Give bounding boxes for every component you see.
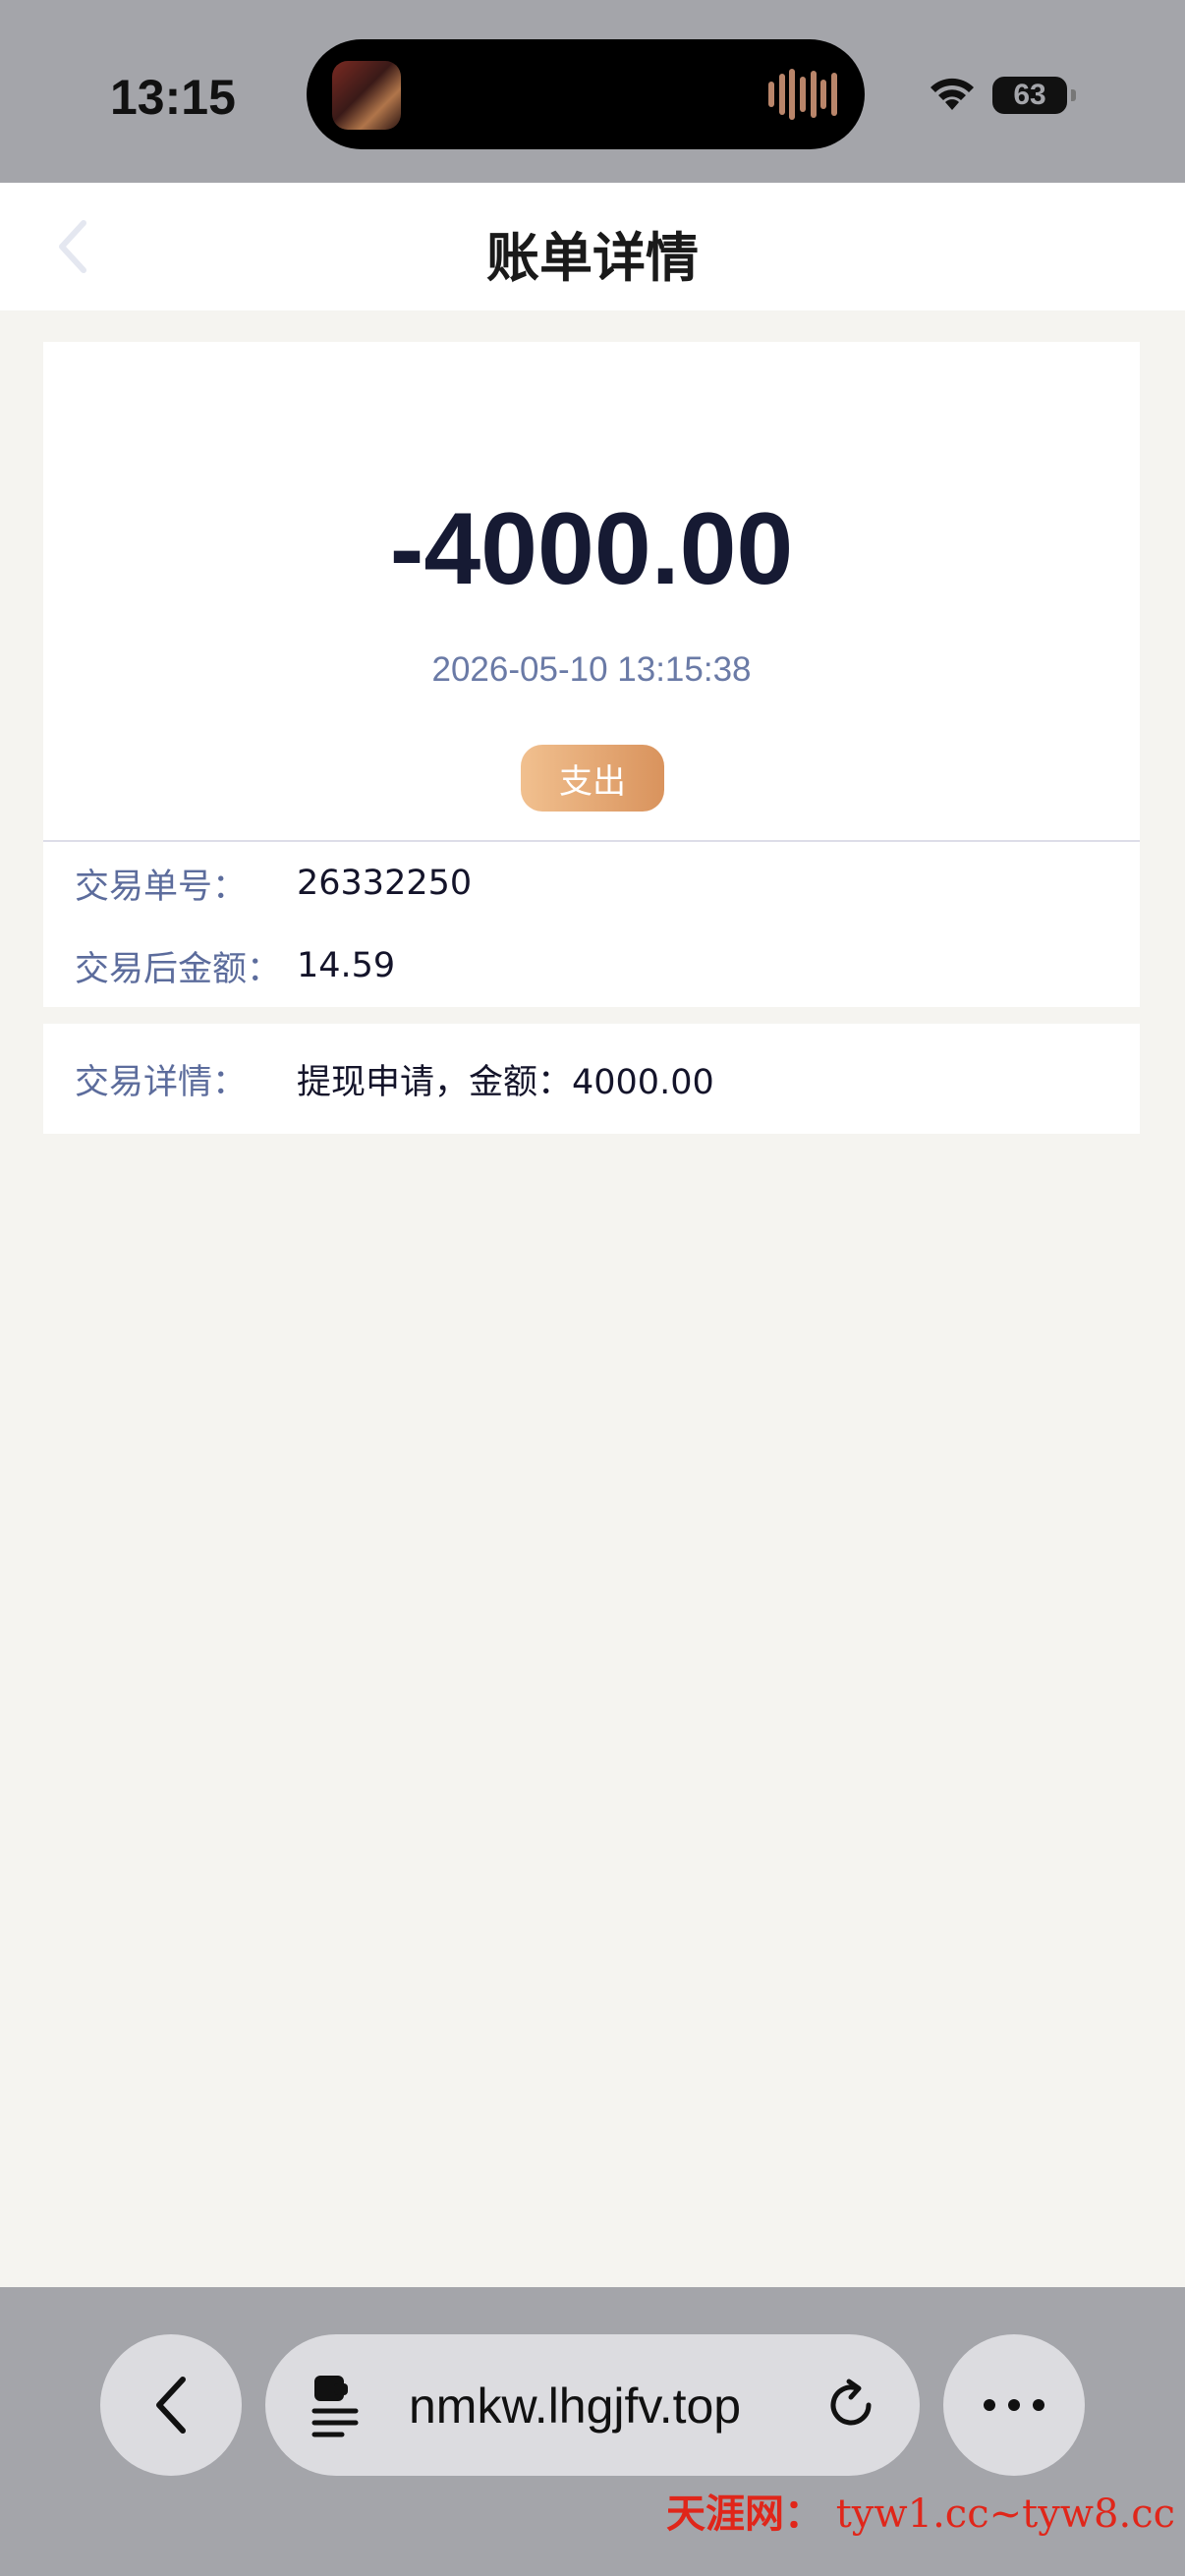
page-icon	[311, 2376, 359, 2437]
info-value: 提现申请，金额：4000.00	[297, 1062, 714, 1102]
bill-summary-card: -4000.00 2026-05-10 13:15:38 支出	[43, 342, 1140, 841]
watermark: 天涯网： tyw1.cc~tyw8.cc	[666, 2482, 1175, 2539]
info-value: 14.59	[297, 946, 396, 985]
info-label: 交易后金额：	[75, 949, 282, 989]
transaction-info-card: 交易单号： 26332250 交易后金额： 14.59	[43, 842, 1140, 1007]
now-playing-artwork	[332, 61, 401, 130]
watermark-urls: tyw1.cc~tyw8.cc	[835, 2492, 1175, 2537]
nav-bar: 账单详情	[0, 183, 1185, 310]
status-bar: 13:15 63	[0, 0, 1185, 183]
transaction-amount: -4000.00	[389, 492, 794, 606]
browser-back-button[interactable]	[100, 2334, 242, 2476]
battery-icon: 63	[992, 77, 1076, 114]
transaction-type-badge: 支出	[521, 745, 664, 812]
info-row-order-number: 交易单号： 26332250	[75, 854, 1108, 913]
reload-icon[interactable]	[823, 2378, 878, 2433]
info-row-balance-after: 交易后金额： 14.59	[75, 936, 1108, 995]
transaction-datetime: 2026-05-10 13:15:38	[431, 650, 752, 689]
ellipsis-icon	[984, 2399, 1044, 2411]
info-row-detail: 交易详情： 提现申请，金额：4000.00	[75, 1049, 1108, 1108]
watermark-site: 天涯网：	[666, 2491, 823, 2537]
transaction-detail-card: 交易详情： 提现申请，金额：4000.00	[43, 1024, 1140, 1134]
info-label: 交易单号：	[75, 867, 248, 907]
wifi-icon	[931, 78, 974, 110]
dynamic-island[interactable]	[307, 39, 865, 149]
info-label: 交易详情：	[75, 1062, 248, 1102]
more-button[interactable]	[943, 2334, 1085, 2476]
audio-wave-icon	[768, 69, 837, 120]
status-time: 13:15	[110, 70, 236, 125]
info-value: 26332250	[297, 864, 473, 903]
address-bar[interactable]: nmkw.lhgjfv.top	[265, 2334, 920, 2476]
url-text: nmkw.lhgjfv.top	[409, 2379, 742, 2434]
chevron-left-icon	[156, 2377, 186, 2434]
page-title: 账单详情	[486, 227, 699, 289]
